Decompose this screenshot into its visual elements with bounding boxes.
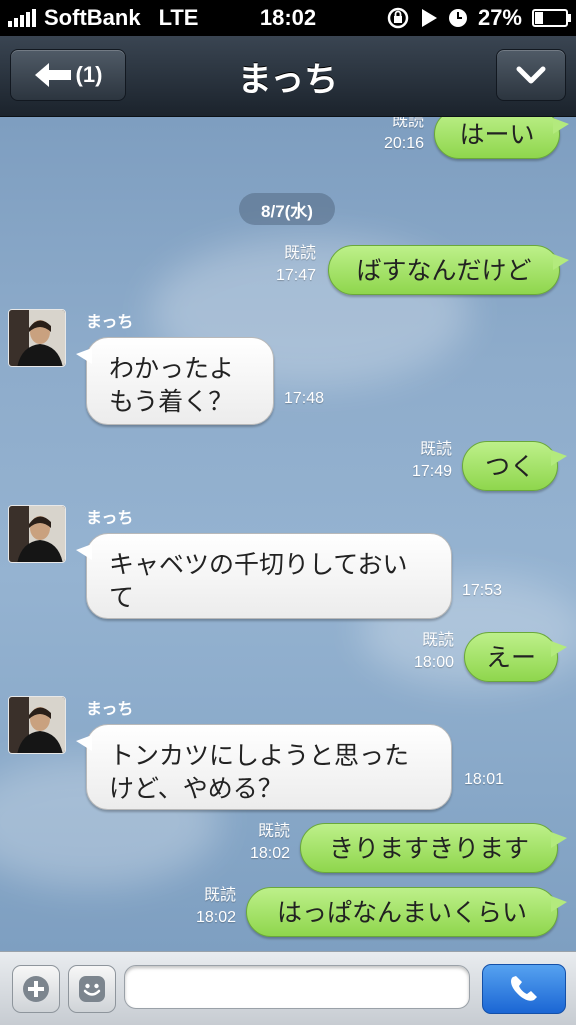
received-message-bubble[interactable]: トンカツにしようと思った けど、やめる？ [76, 724, 452, 810]
avatar[interactable] [8, 309, 66, 367]
message-text: ばすなんだけど [356, 255, 532, 285]
message-time: 18:00 [413, 654, 454, 671]
battery-percent: 27% [477, 5, 522, 30]
battery-icon [532, 9, 571, 27]
sent-message-bubble[interactable]: ばすなんだけど [328, 245, 569, 295]
message-time: 18:02 [195, 909, 236, 926]
read-label: 既読 [203, 887, 236, 904]
avatar-image [9, 310, 65, 366]
read-label: 既読 [257, 823, 290, 840]
message-meta: 既読 17:47 [250, 243, 316, 287]
play-icon [421, 9, 437, 27]
message-meta: 既読 18:02 [174, 885, 236, 929]
message-text-line: トンカツにしようと思った [109, 741, 410, 770]
alarm-icon [448, 9, 467, 27]
sender-name: まっち [86, 508, 134, 527]
read-label: 既読 [391, 117, 424, 130]
read-label: 既読 [419, 441, 452, 458]
avatar-image [9, 697, 65, 753]
chevron-down-icon [516, 66, 546, 84]
avatar-image [9, 506, 65, 562]
message-text-line: わかったよ [109, 354, 235, 383]
read-label: 既読 [421, 632, 454, 649]
sent-message-bubble[interactable]: はーい [434, 117, 569, 159]
message-meta: 既読 18:02 [228, 821, 290, 865]
menu-button[interactable] [496, 49, 566, 101]
message-text-line: けど、やめる？ [109, 774, 283, 803]
message-text-line: キャベツの千切りしておい [109, 550, 408, 579]
status-bar: SoftBank LTE 18:02 27% [0, 0, 576, 36]
message-time: 17:49 [411, 463, 452, 480]
attach-button[interactable] [12, 965, 60, 1013]
message-text: えー [485, 642, 536, 672]
sent-message-bubble[interactable]: きりますきります [300, 823, 567, 873]
plus-icon [23, 976, 49, 1002]
received-message-bubble[interactable]: キャベツの千切りしておい て [76, 533, 452, 619]
message-time: 17:48 [284, 390, 325, 407]
page-title: まっち [237, 60, 339, 100]
phone-icon [511, 976, 537, 1001]
message-meta: 既読 20:16 [360, 117, 424, 155]
received-message-bubble[interactable]: わかったよ もう着く？ [76, 337, 274, 425]
message-time: 17:47 [275, 267, 316, 284]
smiley-icon [79, 976, 105, 1002]
message-text: はーい [459, 119, 535, 149]
sent-message-bubble[interactable]: はっぱなんまいくらい [246, 887, 567, 937]
input-bar [0, 951, 576, 1025]
call-button[interactable] [482, 964, 566, 1014]
message-time: 18:02 [249, 845, 290, 862]
message-input[interactable] [124, 965, 470, 1009]
message-text: はっぱなんまいくらい [276, 897, 527, 927]
sticker-button[interactable] [68, 965, 116, 1013]
message-time: 18:01 [464, 771, 505, 788]
chat-area[interactable]: 既読 20:16 はーい 8/7(水) 既読 17:47 ばすなんだけど まっち… [0, 117, 576, 951]
message-text: つく [484, 451, 535, 481]
avatar[interactable] [8, 696, 66, 754]
avatar[interactable] [8, 505, 66, 563]
date-divider: 8/7(水) [239, 193, 335, 225]
message-time: 17:53 [462, 582, 503, 599]
read-label: 既読 [283, 245, 316, 262]
nav-bar: (1) まっち [0, 36, 576, 117]
sent-message-bubble[interactable]: つく [462, 441, 567, 491]
message-meta: 既読 17:49 [396, 439, 452, 483]
sender-name: まっち [86, 312, 134, 331]
message-text-line: て [109, 583, 135, 612]
message-text-line: もう着く？ [109, 387, 234, 416]
message-text: きりますきります [328, 833, 529, 863]
message-time: 20:16 [383, 135, 424, 152]
rotation-lock-icon [387, 7, 409, 29]
sender-name: まっち [86, 699, 134, 718]
message-meta: 既読 18:00 [396, 630, 454, 674]
sent-message-bubble[interactable]: えー [464, 632, 567, 682]
